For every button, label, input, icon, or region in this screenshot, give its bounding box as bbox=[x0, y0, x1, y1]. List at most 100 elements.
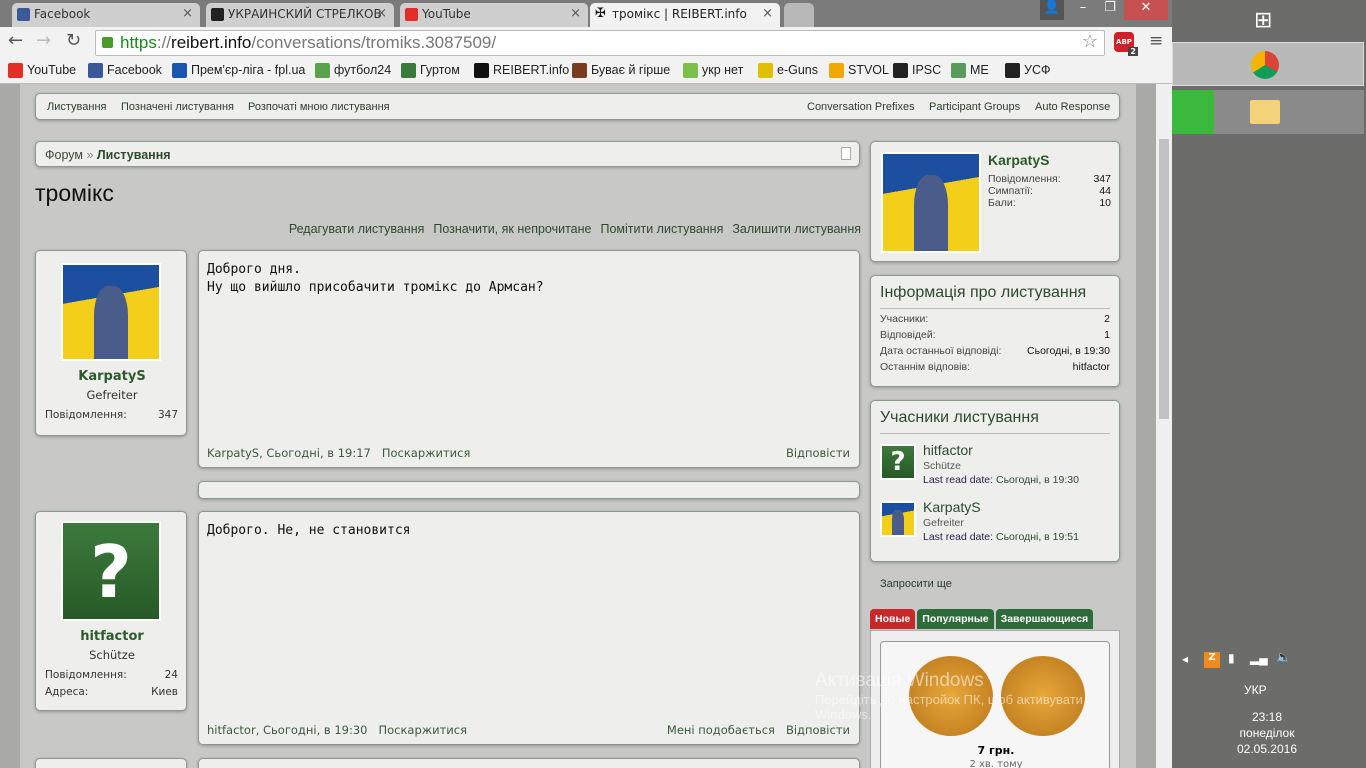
tab-facebook[interactable]: Facebook × bbox=[12, 3, 200, 27]
avatar[interactable]: ? bbox=[61, 521, 161, 621]
message-date[interactable]: Сьогодні, в 19:17 bbox=[266, 446, 370, 460]
market-tab-0[interactable]: Новые bbox=[870, 609, 916, 629]
scrollbar-thumb[interactable] bbox=[1159, 139, 1169, 419]
bookmark-9[interactable]: STVOL bbox=[829, 63, 889, 78]
bookmark-12[interactable]: УСФ bbox=[1005, 63, 1050, 78]
info-row: Дата останньої відповіді: Сьогодні, в 19:… bbox=[880, 345, 1110, 357]
stat-value: 24 bbox=[164, 669, 178, 681]
nav-participant-groups[interactable]: Participant Groups bbox=[929, 101, 1020, 113]
zillya-icon[interactable]: Z bbox=[1204, 652, 1220, 668]
participant-name[interactable]: KarpatyS bbox=[923, 499, 981, 515]
stat-label: Симпатії: bbox=[988, 185, 1033, 197]
avatar[interactable] bbox=[881, 152, 981, 253]
minimize-button[interactable]: – bbox=[1070, 0, 1096, 20]
nav-started-by-me[interactable]: Розпочаті мною листування bbox=[248, 101, 390, 113]
bookmark-label: ME bbox=[970, 63, 989, 77]
nav-auto-response[interactable]: Auto Response bbox=[1035, 101, 1110, 113]
forward-icon[interactable]: → bbox=[36, 30, 51, 51]
bookmark-4[interactable]: Гуртом bbox=[401, 63, 460, 78]
bookmark-0[interactable]: YouTube bbox=[8, 63, 77, 78]
nav-starred[interactable]: Позначені листування bbox=[121, 101, 234, 113]
bookmark-icon bbox=[8, 63, 23, 78]
edit-conversation-link[interactable]: Редагувати листування bbox=[289, 222, 425, 236]
reply-link[interactable]: Відповісти bbox=[786, 723, 850, 737]
breadcrumb-home[interactable]: Форум bbox=[45, 148, 83, 162]
taskbar-chrome[interactable] bbox=[1172, 42, 1364, 86]
close-tab-icon[interactable]: × bbox=[570, 6, 581, 21]
info-label: Відповідей: bbox=[880, 329, 936, 341]
close-tab-icon[interactable]: × bbox=[376, 6, 387, 21]
visitor-name[interactable]: KarpatyS bbox=[988, 152, 1049, 168]
conversation-participants: Учасники листування ? hitfactor Schütze Las… bbox=[870, 400, 1120, 562]
report-link[interactable]: Поскаржитися bbox=[378, 723, 467, 737]
reload-icon[interactable]: ↻ bbox=[66, 30, 81, 51]
reply-link[interactable]: Відповісти bbox=[786, 446, 850, 460]
clock[interactable]: 23:18 понеділок 02.05.2016 bbox=[1212, 709, 1322, 757]
market-tab-2[interactable]: Завершающиеся bbox=[995, 609, 1094, 629]
read-label: Last read date: bbox=[923, 531, 994, 543]
url-separator: :// bbox=[156, 33, 172, 52]
close-tab-icon[interactable]: × bbox=[762, 6, 773, 21]
show-hidden-icons[interactable]: ◂ bbox=[1182, 652, 1188, 666]
network-icon[interactable]: ▂▄ bbox=[1250, 651, 1268, 665]
language-indicator[interactable]: УКР bbox=[1244, 683, 1267, 697]
rss-icon[interactable] bbox=[841, 147, 851, 160]
read-date: Сьогодні, в 19:30 bbox=[995, 474, 1079, 486]
abp-badge: 2 bbox=[1128, 47, 1138, 56]
bookmark-11[interactable]: ME bbox=[951, 63, 989, 78]
bookmark-label: YouTube bbox=[27, 63, 77, 77]
tab-youtube[interactable]: YouTube × bbox=[400, 3, 588, 27]
bookmark-2[interactable]: Прем'єр-ліга - fpl.ua bbox=[172, 63, 305, 78]
report-link[interactable]: Поскаржитися bbox=[382, 446, 471, 460]
tab-reibert[interactable]: ✠ тромікс | REIBERT.info × bbox=[590, 3, 780, 27]
back-icon[interactable]: ← bbox=[8, 30, 23, 51]
participant-avatar[interactable] bbox=[880, 501, 916, 537]
menu-icon[interactable]: ≡ bbox=[1149, 31, 1163, 51]
breadcrumb-current[interactable]: Листування bbox=[97, 148, 171, 162]
bookmark-6[interactable]: Буває й гірше bbox=[572, 63, 670, 78]
stat-value: 10 bbox=[1099, 197, 1111, 209]
star-conversation-link[interactable]: Помітити листування bbox=[600, 222, 723, 236]
page-scrollbar[interactable] bbox=[1156, 84, 1172, 768]
market-tab-1[interactable]: Популярные bbox=[917, 609, 994, 629]
bookmark-icon bbox=[893, 63, 908, 78]
page-content: Листування Позначені листування Розпочат… bbox=[20, 84, 1136, 768]
message-date[interactable]: Сьогодні, в 19:30 bbox=[263, 723, 367, 737]
leave-conversation-link[interactable]: Залишити листування bbox=[732, 222, 861, 236]
info-value[interactable]: hitfactor bbox=[1073, 361, 1110, 373]
reply-bar[interactable] bbox=[198, 481, 860, 499]
address-bar[interactable]: https://reibert.info/conversations/tromi… bbox=[95, 30, 1105, 56]
new-tab-button[interactable] bbox=[784, 3, 814, 27]
bookmark-7[interactable]: укр нет bbox=[683, 63, 743, 78]
mark-unread-link[interactable]: Позначити, як непрочитане bbox=[433, 222, 591, 236]
bookmark-3[interactable]: футбол24 bbox=[315, 63, 391, 78]
participant-avatar[interactable]: ? bbox=[880, 444, 916, 480]
bookmark-5[interactable]: REIBERT.info bbox=[474, 63, 569, 78]
section-heading: Інформація про листування bbox=[880, 284, 1110, 309]
like-link[interactable]: Мені подобається bbox=[667, 723, 775, 737]
windows-start-icon[interactable]: ⊞ bbox=[1254, 8, 1282, 34]
bookmark-1[interactable]: Facebook bbox=[88, 63, 162, 78]
message-author[interactable]: KarpatyS bbox=[207, 446, 259, 460]
message-author[interactable]: hitfactor bbox=[207, 723, 256, 737]
tab-usf[interactable]: УКРАИНСКИЙ СТРЕЛКОВ × bbox=[206, 3, 394, 27]
taskbar-explorer[interactable] bbox=[1172, 90, 1364, 134]
adblock-plus-icon[interactable]: ABP 2 bbox=[1114, 32, 1138, 56]
battery-icon[interactable]: ▮ bbox=[1228, 651, 1235, 665]
volume-icon[interactable]: 🔈 bbox=[1276, 650, 1291, 664]
username[interactable]: KarpatyS bbox=[36, 369, 188, 384]
invite-more-link[interactable]: Запросити ще bbox=[880, 578, 952, 590]
restore-button[interactable]: ❐ bbox=[1096, 0, 1124, 20]
bookmark-8[interactable]: e-Guns bbox=[758, 63, 818, 78]
bookmark-10[interactable]: IPSC bbox=[893, 63, 941, 78]
nav-prefixes[interactable]: Conversation Prefixes bbox=[807, 101, 915, 113]
browser-toolbar: ← → ↻ https://reibert.info/conversations… bbox=[0, 27, 1172, 58]
close-window-button[interactable]: ✕ bbox=[1124, 0, 1168, 20]
username[interactable]: hitfactor bbox=[36, 629, 188, 644]
bookmark-star-icon[interactable]: ☆ bbox=[1082, 31, 1098, 52]
nav-conversations[interactable]: Листування bbox=[47, 101, 106, 113]
participant-name[interactable]: hitfactor bbox=[923, 442, 973, 458]
profile-icon[interactable]: 👤 bbox=[1040, 0, 1064, 20]
avatar[interactable] bbox=[61, 263, 161, 361]
close-tab-icon[interactable]: × bbox=[182, 6, 193, 21]
